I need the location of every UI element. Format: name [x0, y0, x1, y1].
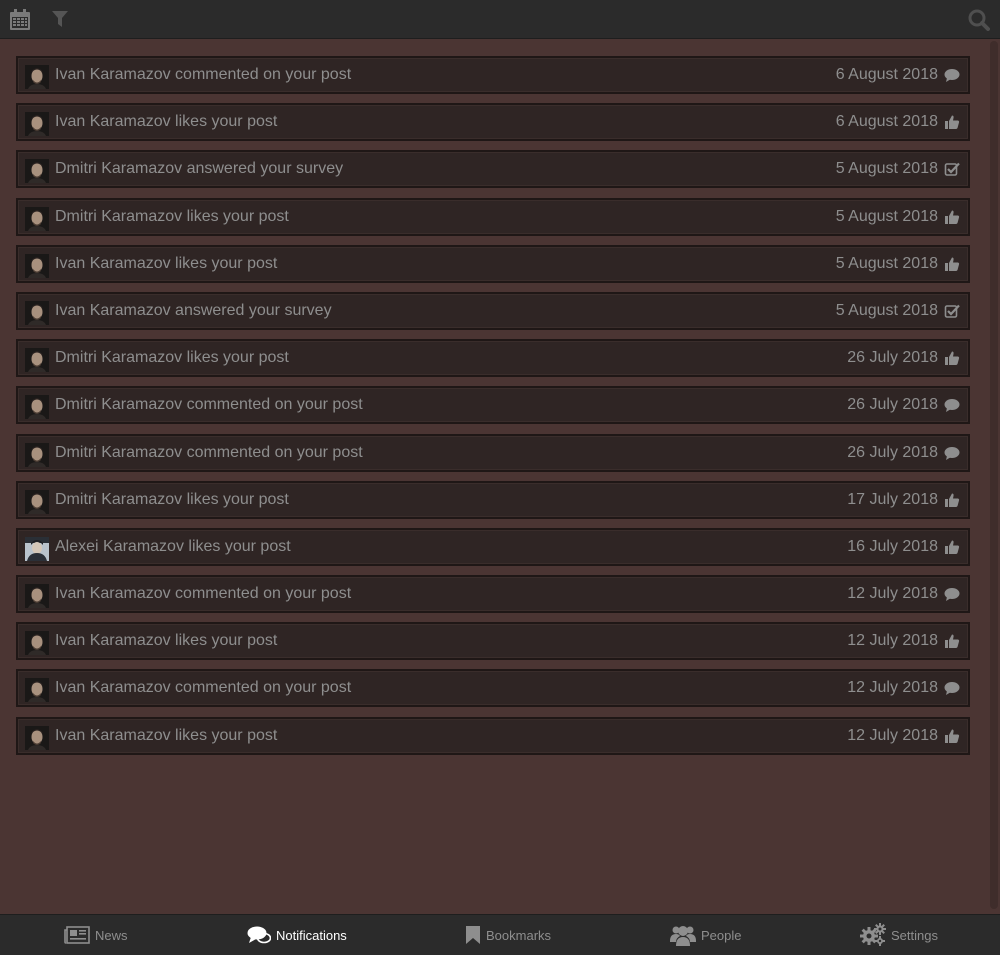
notification-date: 26 July 2018	[847, 396, 938, 414]
avatar	[25, 631, 49, 656]
scrollbar-thumb[interactable]	[990, 41, 998, 909]
nav-label: Settings	[891, 927, 938, 943]
notification-item[interactable]: Dmitri Karamazov commented on your post 2…	[16, 386, 970, 425]
notification-date: 12 July 2018	[847, 632, 938, 650]
notification-date: 6 August 2018	[835, 66, 938, 83]
notification-date: 16 July 2018	[847, 537, 938, 555]
notification-item[interactable]: Dmitri Karamazov commented on your post 2…	[16, 433, 970, 472]
people-icon	[670, 924, 696, 946]
comment-icon	[944, 67, 960, 83]
notification-item[interactable]: Ivan Karamazov likes your post 12 July 20…	[16, 716, 970, 755]
notification-text: Ivan Karamazov commented on your post	[55, 66, 352, 83]
notification-text: Ivan Karamazov likes your post	[55, 113, 278, 131]
notification-date: 6 August 2018	[835, 113, 938, 131]
nav-settings[interactable]: Settings	[860, 915, 938, 955]
notification-text: Ivan Karamazov likes your post	[55, 254, 278, 272]
notification-item[interactable]: Ivan Karamazov likes your post 12 July 20…	[16, 622, 970, 661]
notification-item[interactable]: Ivan Karamazov likes your post 6 August 2…	[16, 103, 970, 142]
notification-date: 26 July 2018	[847, 443, 938, 461]
avatar	[25, 65, 49, 89]
nav-bookmarks[interactable]: Bookmarks	[465, 915, 551, 955]
thumbs-up-icon	[944, 633, 960, 649]
check-square-icon	[944, 161, 960, 177]
nav-news[interactable]: News	[64, 915, 128, 955]
notification-text: Dmitri Karamazov likes your post	[55, 349, 289, 367]
nav-label: People	[701, 927, 742, 943]
avatar	[25, 395, 49, 420]
notification-text: Alexei Karamazov likes your post	[55, 537, 291, 555]
avatar	[25, 159, 49, 184]
notification-date: 12 July 2018	[847, 726, 938, 744]
notification-date: 5 August 2018	[835, 207, 938, 225]
notification-text: Dmitri Karamazov likes your post	[55, 207, 289, 225]
comments-icon	[247, 925, 271, 945]
notification-date: 12 July 2018	[847, 585, 938, 603]
notification-text: Ivan Karamazov commented on your post	[55, 585, 352, 603]
notification-date: 17 July 2018	[847, 490, 938, 508]
thumbs-up-icon	[944, 539, 960, 555]
notification-item[interactable]: Dmitri Karamazov answered your survey 5 A…	[16, 150, 970, 189]
filter-icon[interactable]	[52, 11, 74, 33]
top-toolbar	[0, 0, 1000, 39]
thumbs-up-icon	[944, 209, 960, 225]
avatar	[25, 442, 49, 467]
nav-label: News	[95, 927, 128, 943]
avatar	[25, 536, 49, 561]
notification-date: 5 August 2018	[835, 254, 938, 272]
notification-item[interactable]: Ivan Karamazov answered your survey 5 Aug…	[16, 291, 970, 330]
notification-text: Ivan Karamazov likes your post	[55, 726, 278, 744]
scrollbar[interactable]	[988, 39, 1000, 914]
notification-text: Dmitri Karamazov commented on your post	[55, 396, 363, 414]
notification-date: 12 July 2018	[847, 679, 938, 697]
notification-item[interactable]: Ivan Karamazov likes your post 5 August 2…	[16, 244, 970, 283]
bookmark-icon	[465, 925, 481, 945]
avatar	[25, 489, 49, 514]
notification-date: 5 August 2018	[835, 160, 938, 178]
notification-text: Ivan Karamazov commented on your post	[55, 679, 352, 697]
notification-item[interactable]: Dmitri Karamazov likes your post 17 July …	[16, 480, 970, 519]
thumbs-up-icon	[944, 492, 960, 508]
notification-text: Ivan Karamazov likes your post	[55, 632, 278, 650]
notification-item[interactable]: Ivan Karamazov commented on your post 12 …	[16, 575, 970, 614]
search-icon[interactable]	[968, 9, 990, 31]
avatar	[25, 112, 49, 137]
avatar	[25, 584, 49, 609]
avatar	[25, 725, 49, 750]
nav-label: Notifications	[276, 927, 347, 943]
thumbs-up-icon	[944, 114, 960, 130]
notification-item[interactable]: Dmitri Karamazov likes your post 5 August…	[16, 197, 970, 236]
bottom-navigation: News Notifications Bookmarks People Settings	[0, 914, 1000, 955]
notification-text: Dmitri Karamazov answered your survey	[55, 160, 344, 178]
avatar	[25, 300, 49, 325]
notification-item[interactable]: Ivan Karamazov commented on your post 12 …	[16, 669, 970, 708]
thumbs-up-icon	[944, 728, 960, 744]
avatar	[25, 678, 49, 703]
notification-item[interactable]: Alexei Karamazov likes your post 16 July …	[16, 527, 970, 566]
nav-label: Bookmarks	[486, 927, 552, 943]
notification-date: 5 August 2018	[835, 301, 938, 319]
thumbs-up-icon	[944, 350, 960, 366]
avatar	[25, 206, 49, 231]
notification-text: Dmitri Karamazov likes your post	[55, 490, 289, 508]
notification-date: 26 July 2018	[847, 349, 938, 367]
avatar	[25, 253, 49, 278]
check-square-icon	[944, 303, 960, 319]
nav-notifications[interactable]: Notifications	[247, 915, 347, 955]
gears-icon	[860, 923, 886, 947]
notifications-panel: Ivan Karamazov commented on your post 6 A…	[0, 39, 1000, 914]
comment-icon	[944, 397, 960, 413]
nav-people[interactable]: People	[670, 915, 741, 955]
thumbs-up-icon	[944, 256, 960, 272]
calendar-icon[interactable]	[9, 9, 31, 31]
comment-icon	[944, 586, 960, 602]
notification-list: Ivan Karamazov commented on your post 6 A…	[16, 56, 970, 764]
avatar	[25, 348, 49, 373]
notification-text: Ivan Karamazov answered your survey	[55, 301, 332, 319]
newspaper-icon	[64, 926, 90, 944]
notification-item[interactable]: Ivan Karamazov commented on your post 6 A…	[16, 56, 970, 94]
notification-item[interactable]: Dmitri Karamazov likes your post 26 July …	[16, 339, 970, 378]
notification-text: Dmitri Karamazov commented on your post	[55, 443, 363, 461]
comment-icon	[944, 445, 960, 461]
comment-icon	[944, 680, 960, 696]
